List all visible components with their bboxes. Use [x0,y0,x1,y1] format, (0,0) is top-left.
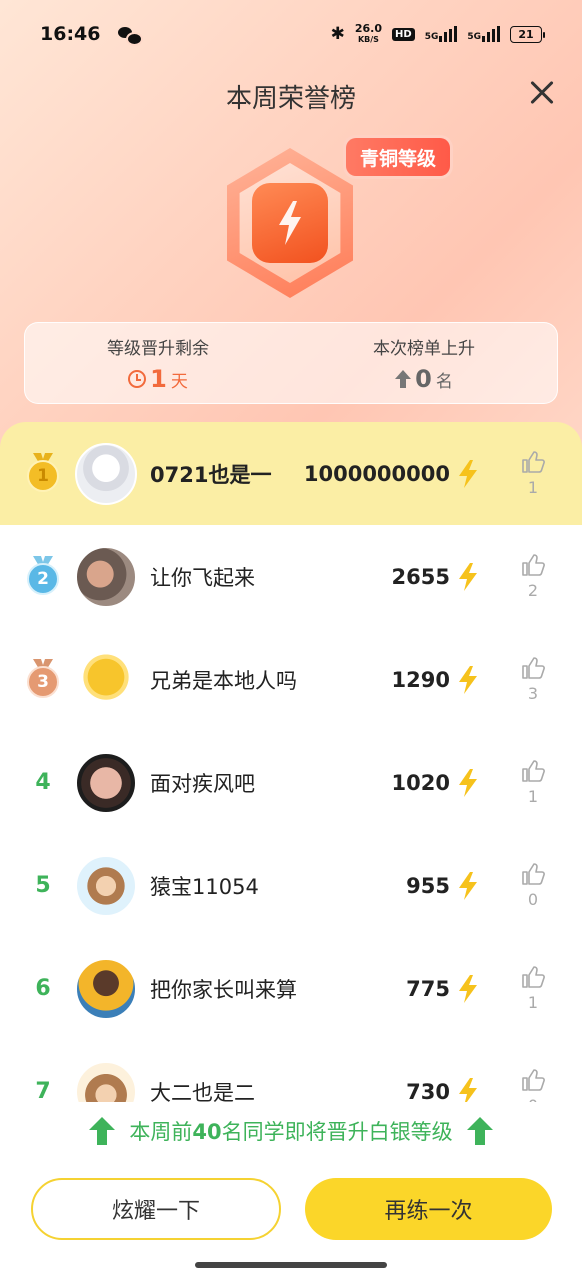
avatar[interactable] [75,1061,137,1102]
bronze-medal-icon: 3 [24,659,62,701]
promotion-remaining-value: 1 [150,364,167,393]
lightning-icon [459,562,477,591]
gold-medal-icon: 1 [24,453,62,495]
like-button[interactable]: 0 [520,862,546,909]
lightning-icon [459,665,477,694]
page-title: 本周荣誉榜 [225,84,356,114]
ranking-row: 3 兄弟是本地人吗 1290 3 [0,628,582,731]
like-button[interactable]: 1 [520,759,546,806]
ranking-list: 1 0721也是一 1000000000 1 2 让你飞起来 2655 2 3 [0,422,582,1102]
score: 1290 [391,667,450,692]
rank-number: 6 [35,976,51,1001]
user-name: 让你飞起来 [150,565,255,590]
ranking-row: 7 大二也是二 730 0 [0,1040,582,1102]
lightning-icon [459,459,477,488]
like-button[interactable]: 1 [520,965,546,1012]
share-button[interactable]: 炫耀一下 [31,1178,281,1240]
rank-number: 5 [35,873,51,898]
avatar[interactable] [75,752,137,814]
rank-rise-unit: 名 [435,371,453,392]
signal-icon-2: 5G [467,26,500,42]
user-name: 把你家长叫来算 [150,977,297,1002]
home-indicator[interactable] [195,1262,387,1268]
rank-number: 4 [35,770,51,795]
stats-card: 等级晋升剩余 1 天 本次榜单上升 0 名 [24,322,558,404]
level-tag: 青铜等级 [346,138,451,176]
thumb-up-icon [522,554,545,576]
like-button[interactable]: 1 [520,450,546,497]
level-badge-icon [220,148,360,298]
status-time: 16:46 [40,23,101,45]
like-count: 1 [527,993,539,1012]
promotion-notice: 本周前40名同学即将晋升白银等级 [0,1103,582,1159]
rank-number: 7 [35,1079,51,1102]
up-arrow-icon [395,369,412,388]
close-button[interactable] [522,72,562,112]
score: 955 [406,873,450,898]
thumb-up-icon [522,760,545,782]
ranking-row: 1 0721也是一 1000000000 1 [0,422,582,525]
lightning-icon [459,871,477,900]
like-count: 2 [527,581,539,600]
ranking-row: 6 把你家长叫来算 775 1 [0,937,582,1040]
score: 1020 [391,770,450,795]
avatar[interactable] [75,649,137,711]
score: 2655 [391,564,450,589]
user-name: 面对疾风吧 [150,771,255,796]
clock-icon [128,369,147,388]
lightning-icon [279,201,301,245]
rank-rise-label: 本次榜单上升 [373,338,475,359]
like-count: 0 [528,1096,538,1102]
score: 730 [406,1079,450,1103]
avatar[interactable] [75,546,137,608]
thumb-up-icon [522,863,545,885]
hd-icon: HD [392,27,415,41]
like-button[interactable]: 3 [520,656,546,703]
thumb-up-icon [522,966,545,988]
thumb-up-icon [522,451,545,473]
avatar[interactable] [75,443,137,505]
promotion-remaining-unit: 天 [170,371,188,392]
like-count: 1 [527,787,539,806]
practice-again-button[interactable]: 再练一次 [305,1178,552,1240]
wechat-icon [118,25,144,46]
green-up-arrow-icon [466,1117,493,1145]
ranking-row: 5 猿宝11054 955 0 [0,834,582,937]
lightning-icon [459,1077,477,1102]
like-count: 3 [527,684,539,703]
thumb-up-icon [522,1069,545,1091]
promotion-text: 本周前40名同学即将晋升白银等级 [129,1120,453,1144]
avatar[interactable] [75,855,137,917]
user-name: 0721也是一 [150,462,272,487]
lightning-icon [459,768,477,797]
like-button[interactable]: 2 [520,553,546,600]
battery-icon: 21 [510,25,545,43]
score: 1000000000 [303,461,450,486]
avatar[interactable] [75,958,137,1020]
like-count: 0 [527,890,539,909]
score: 775 [406,976,450,1001]
user-name: 兄弟是本地人吗 [150,668,297,693]
network-speed: 26.0 KB/S [354,21,383,44]
like-button[interactable]: 0 [520,1068,546,1102]
user-name: 猿宝11054 [150,874,259,899]
thumb-up-icon [522,657,545,679]
rank-rise-value: 0 [415,364,432,393]
ranking-row: 2 让你飞起来 2655 2 [0,525,582,628]
status-bar: 16:46 ✱ 26.0 KB/S HD 5G 5G 21 [0,0,582,68]
promotion-remaining-label: 等级晋升剩余 [107,338,209,359]
like-count: 1 [527,478,539,497]
lightning-icon [459,974,477,1003]
signal-icon: 5G [425,26,458,42]
green-up-arrow-icon [89,1117,116,1145]
bluetooth-icon: ✱ [330,24,345,44]
ranking-row: 4 面对疾风吧 1020 1 [0,731,582,834]
user-name: 大二也是二 [150,1080,255,1103]
silver-medal-icon: 2 [24,556,62,598]
